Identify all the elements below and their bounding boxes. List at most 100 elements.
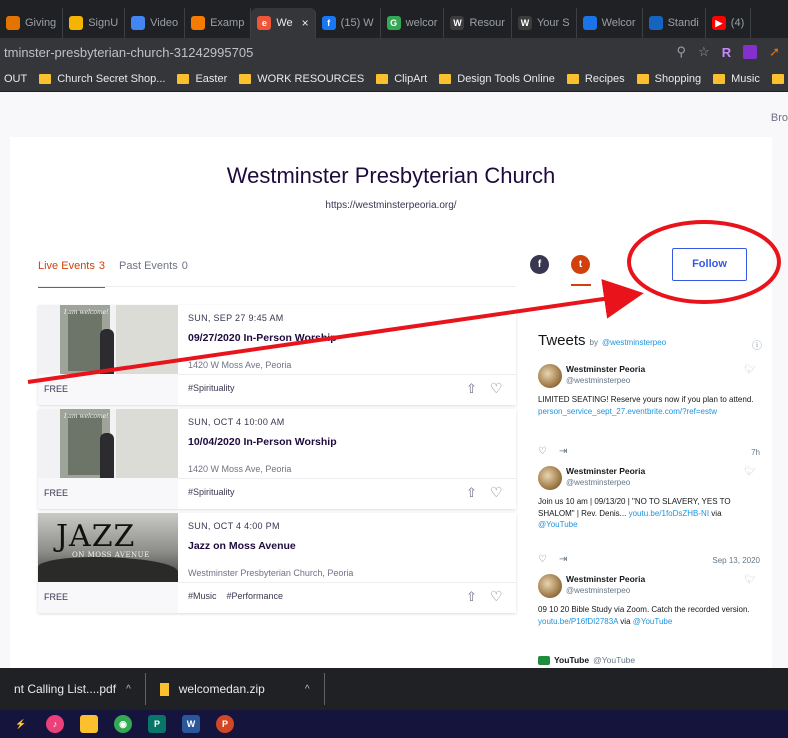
bolt-icon[interactable]: ⚡ [12, 715, 30, 733]
extension-r-icon[interactable]: R [722, 45, 731, 60]
tweet-via-handle[interactable]: @YouTube [538, 520, 578, 529]
heart-icon[interactable]: ♡ [490, 380, 503, 397]
tweet-author-handle[interactable]: @westminsterpeo [566, 586, 630, 595]
tweet-timestamp[interactable]: Sep 13, 2020 [712, 556, 760, 565]
tweet-youtube-card[interactable]: YouTube @YouTube [538, 655, 635, 665]
share-icon[interactable]: ⇧ [466, 485, 477, 501]
avatar[interactable] [538, 466, 562, 490]
facebook-icon[interactable]: f [530, 255, 549, 274]
twitter-icon[interactable]: t [571, 255, 590, 274]
bookmark-folder[interactable]: ClipArt [376, 73, 427, 85]
browse-link[interactable]: Bro [771, 112, 788, 124]
powerpoint-icon[interactable]: P [216, 715, 234, 733]
event-tag[interactable]: #Spirituality [188, 487, 235, 497]
browser-tab[interactable]: W Resour [444, 8, 512, 38]
browser-tab-active[interactable]: e We × [251, 8, 316, 38]
event-tag[interactable]: #Spirituality [188, 383, 235, 393]
tweet-author-handle[interactable]: @westminsterpeo [566, 376, 630, 385]
chevron-up-icon[interactable]: ^ [305, 684, 310, 695]
twitter-timeline-widget[interactable]: Tweets by @westminsterpeo ⓘ Westminster … [528, 312, 763, 668]
tab-past-events[interactable]: Past Events 0 [119, 260, 188, 288]
share-icon[interactable]: ⇧ [466, 381, 477, 397]
browser-tab[interactable]: Standi [643, 8, 706, 38]
bookmark-label: Design Tools Online [457, 72, 555, 85]
event-image[interactable]: I am welcome! [38, 305, 178, 374]
browser-tab[interactable]: W Your S [512, 8, 577, 38]
info-icon[interactable]: ⓘ [752, 337, 762, 352]
file-explorer-icon[interactable] [80, 715, 98, 733]
browser-tab[interactable]: Giving [0, 8, 64, 38]
bookmark-folder[interactable]: Church Secret Shop... [39, 73, 165, 85]
tweet[interactable]: Westminster Peoria @westminsterpeo 🐦︎ Jo… [538, 466, 760, 570]
event-card[interactable]: JAZZ ON MOSS AVENUE FREE SUN, OCT 4 4:00… [38, 513, 516, 613]
event-title[interactable]: 10/04/2020 In-Person Worship [188, 436, 337, 448]
search-icon[interactable]: ⚲ [677, 44, 687, 60]
tweet-link[interactable]: youtu.be/1foDsZHB-NI [629, 509, 709, 518]
browser-tab[interactable]: Gwelcor [381, 8, 445, 38]
itunes-icon[interactable]: ♪ [46, 715, 64, 733]
tweets-handle-link[interactable]: @westminsterpeo [602, 338, 666, 347]
chevron-up-icon[interactable]: ^ [126, 684, 131, 695]
organizer-website-link[interactable]: https://westminsterpeoria.org/ [10, 200, 772, 211]
word-icon[interactable]: W [182, 715, 200, 733]
avatar[interactable] [538, 574, 562, 598]
browser-tab[interactable]: SignU [63, 8, 126, 38]
bookmark-folder[interactable]: Shopping [636, 73, 701, 85]
browser-tab[interactable]: Video [125, 8, 186, 38]
event-title[interactable]: 09/27/2020 In-Person Worship [188, 332, 337, 344]
event-tag[interactable]: #Performance [227, 591, 284, 601]
publisher-icon[interactable]: P [148, 715, 166, 733]
folder-icon [239, 73, 252, 84]
bookmark-folder[interactable]: Design Tools Online [439, 73, 555, 85]
follow-button[interactable]: Follow [672, 248, 747, 281]
tweet-author-name[interactable]: Westminster Peoria [566, 574, 645, 584]
tweet-author-handle[interactable]: @westminsterpeo [566, 478, 630, 487]
browser-tab[interactable]: Examp [185, 8, 252, 38]
tweet-timestamp[interactable]: 7h [751, 448, 760, 457]
share-icon[interactable]: ⇥ [559, 446, 567, 457]
browser-tab[interactable]: Welcor [577, 8, 643, 38]
event-price: FREE [38, 478, 178, 509]
tweet[interactable]: Westminster Peoria @westminsterpeo 🐦︎ 09… [538, 574, 760, 644]
event-card[interactable]: I am welcome! FREE SUN, OCT 4 10:00 AM 1… [38, 409, 516, 509]
url-field[interactable]: tminster-presbyterian-church-31242995705 [0, 45, 677, 60]
tab-live-events[interactable]: Live Events 3 [38, 260, 105, 288]
share-icon[interactable]: ⇧ [466, 589, 477, 605]
bookmark-folder[interactable]: Bi [771, 73, 788, 85]
tweet-via-handle[interactable]: @YouTube [633, 617, 673, 626]
download-item[interactable]: nt Calling List....pdf ^ [0, 673, 146, 705]
tweet-author-name[interactable]: Westminster Peoria [566, 364, 645, 374]
avatar[interactable] [538, 364, 562, 388]
close-tab-icon[interactable]: × [302, 16, 309, 30]
heart-icon[interactable]: ♡ [538, 446, 547, 457]
chrome-icon[interactable]: ◉ [114, 715, 132, 733]
event-image[interactable]: JAZZ ON MOSS AVENUE [38, 513, 178, 582]
extension-icon[interactable] [743, 45, 758, 59]
heart-icon[interactable]: ♡ [538, 554, 547, 565]
tweet-author-name[interactable]: Westminster Peoria [566, 466, 645, 476]
share-icon[interactable]: ⇥ [559, 554, 567, 565]
bookmark-label: ClipArt [394, 72, 428, 85]
person-shape [100, 329, 114, 374]
bookmark-folder[interactable]: Recipes [566, 73, 625, 85]
bookmark-label: Music [731, 72, 760, 85]
heart-icon[interactable]: ♡ [490, 484, 503, 501]
extension-arrow-icon[interactable]: ➚ [769, 44, 780, 60]
event-image[interactable]: I am welcome! [38, 409, 178, 478]
heart-icon[interactable]: ♡ [490, 588, 503, 605]
tweet[interactable]: Westminster Peoria @westminsterpeo 🐦︎ LI… [538, 364, 760, 468]
google-favicon-icon: G [386, 16, 401, 30]
event-tag[interactable]: #Music [188, 591, 217, 601]
bookmark-folder[interactable]: Music [713, 73, 760, 85]
bookmark-folder[interactable]: WORK RESOURCES [239, 73, 364, 85]
tweet-link[interactable]: person_service_sept_27.eventbrite.com/?r… [538, 407, 717, 416]
bookmark-item[interactable]: OUT [4, 73, 27, 85]
bookmark-star-icon[interactable]: ☆ [698, 44, 710, 60]
event-card[interactable]: I am welcome! FREE SUN, SEP 27 9:45 AM 0… [38, 305, 516, 405]
event-title[interactable]: Jazz on Moss Avenue [188, 540, 296, 552]
tweet-link[interactable]: youtu.be/P16fDI2783A [538, 617, 618, 626]
bookmark-folder[interactable]: Easter [177, 73, 227, 85]
browser-tab[interactable]: ▶ (4) [706, 8, 752, 38]
download-item[interactable]: welcomedan.zip ^ [146, 673, 325, 705]
browser-tab[interactable]: f (15) W [316, 8, 381, 38]
